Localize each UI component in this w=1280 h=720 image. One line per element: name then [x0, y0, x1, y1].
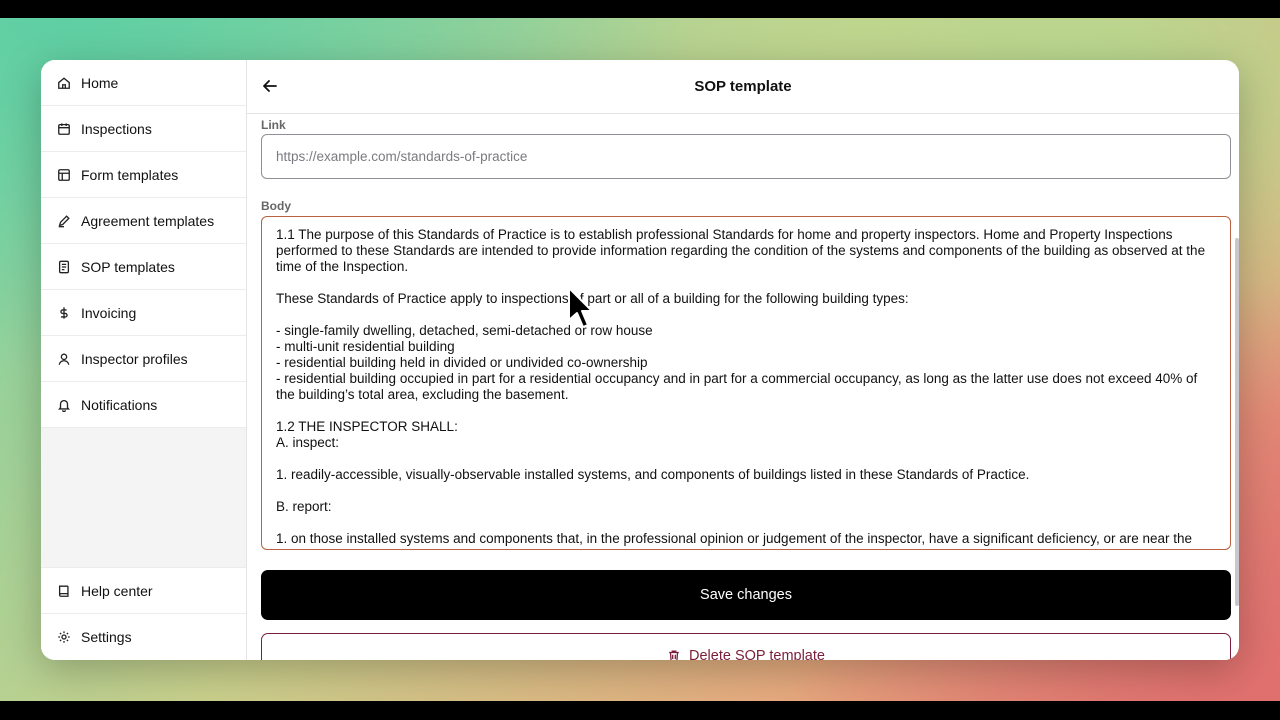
- delete-sop-template-button[interactable]: Delete SOP template: [261, 633, 1231, 660]
- save-changes-button[interactable]: Save changes: [261, 570, 1231, 620]
- book-icon: [57, 584, 71, 598]
- link-input[interactable]: [261, 134, 1231, 179]
- sidebar-item-inspector-profiles[interactable]: Inspector profiles: [41, 336, 246, 382]
- scrollbar[interactable]: [1235, 238, 1239, 606]
- back-button[interactable]: [261, 77, 279, 95]
- delete-button-label: Delete SOP template: [689, 648, 825, 660]
- sidebar-item-label: Form templates: [81, 166, 179, 183]
- calendar-icon: [57, 122, 71, 136]
- sidebar-item-agreement-templates[interactable]: Agreement templates: [41, 198, 246, 244]
- gear-icon: [57, 630, 71, 644]
- sidebar: Home Inspections Form templates Agreemen…: [41, 60, 247, 660]
- sidebar-item-label: Help center: [81, 582, 153, 599]
- body-label: Body: [261, 199, 291, 213]
- sidebar-item-inspections[interactable]: Inspections: [41, 106, 246, 152]
- sidebar-item-label: SOP templates: [81, 258, 175, 275]
- bell-icon: [57, 398, 71, 412]
- sidebar-item-notifications[interactable]: Notifications: [41, 382, 246, 428]
- sidebar-item-sop-templates[interactable]: SOP templates: [41, 244, 246, 290]
- trash-icon: [669, 650, 679, 660]
- home-icon: [57, 76, 71, 90]
- sidebar-item-invoicing[interactable]: Invoicing: [41, 290, 246, 336]
- sidebar-item-help-center[interactable]: Help center: [41, 568, 246, 614]
- sidebar-item-home[interactable]: Home: [41, 60, 246, 106]
- pen-icon: [57, 214, 71, 228]
- layout-icon: [57, 168, 71, 182]
- sidebar-item-label: Home: [81, 74, 119, 91]
- app-window: Home Inspections Form templates Agreemen…: [41, 60, 1239, 660]
- page-title: SOP template: [694, 78, 792, 95]
- sidebar-nav: Home Inspections Form templates Agreemen…: [41, 60, 246, 428]
- sidebar-item-label: Inspections: [81, 120, 152, 137]
- main-panel: SOP template Link Body Save changes Dele…: [247, 60, 1239, 660]
- user-icon: [57, 352, 71, 366]
- body-textarea[interactable]: [261, 216, 1231, 550]
- sidebar-item-label: Inspector profiles: [81, 350, 188, 367]
- dollar-icon: [57, 306, 71, 320]
- sidebar-bottom-nav: Help center Settings: [41, 567, 246, 660]
- sidebar-item-label: Notifications: [81, 396, 158, 413]
- sidebar-item-label: Invoicing: [81, 304, 137, 321]
- document-icon: [57, 260, 71, 274]
- page-header: SOP template: [247, 60, 1239, 114]
- arrow-left-icon: [263, 80, 277, 92]
- sidebar-item-settings[interactable]: Settings: [41, 614, 246, 660]
- sidebar-item-label: Agreement templates: [81, 212, 215, 229]
- link-label: Link: [261, 118, 286, 132]
- sidebar-item-form-templates[interactable]: Form templates: [41, 152, 246, 198]
- sidebar-item-label: Settings: [81, 629, 132, 645]
